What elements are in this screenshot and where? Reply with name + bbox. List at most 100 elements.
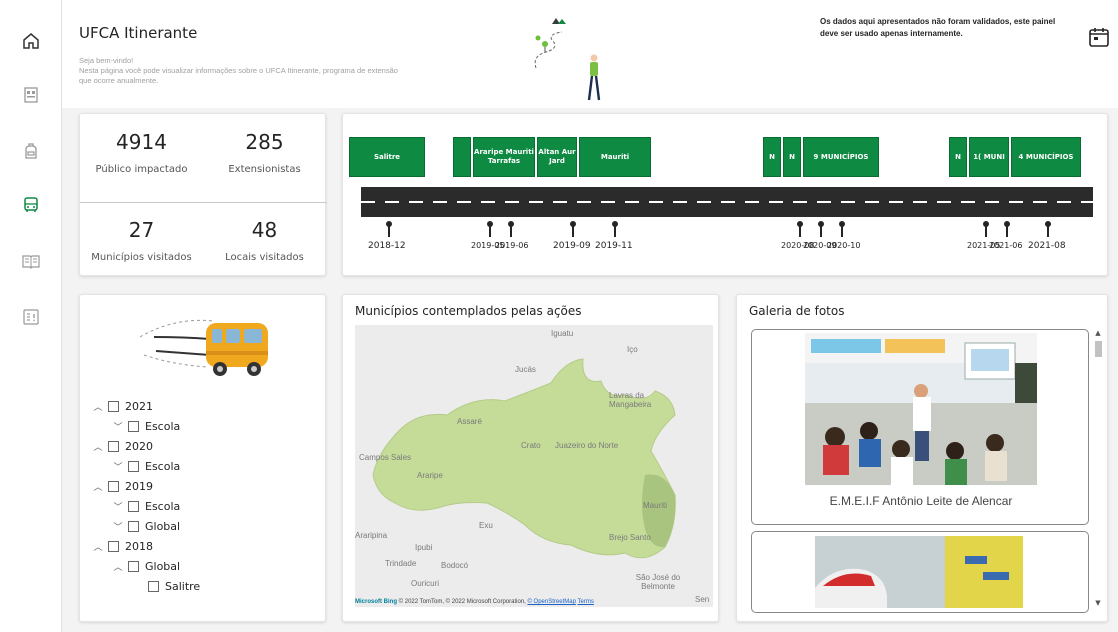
- classroom-photo-icon: [805, 333, 1037, 485]
- checkbox[interactable]: [148, 580, 159, 592]
- timeline-pin: [839, 221, 845, 237]
- gallery-item[interactable]: [751, 531, 1089, 613]
- tree-node-label: Salitre: [165, 579, 201, 593]
- timeline-date: 2020-10: [827, 241, 861, 250]
- map-city-label: São José do Belmonte: [635, 573, 681, 591]
- timeline-pin: [797, 221, 803, 237]
- map-city-label: Crato: [521, 441, 541, 450]
- kpi-publico: 4914 Público impactado: [80, 114, 203, 195]
- checkbox[interactable]: [128, 500, 139, 512]
- book-icon[interactable]: [20, 250, 42, 272]
- checkbox[interactable]: [108, 440, 119, 452]
- kpi-value: 4914: [116, 130, 167, 154]
- timeline-pin: [983, 221, 989, 237]
- bing-logo: Microsoft Bing: [355, 599, 397, 605]
- map-city-label: Lavras da Mangabeira: [609, 391, 652, 409]
- timeline-date: 2019-09: [553, 241, 591, 251]
- nav-rail: [0, 0, 62, 632]
- timeline-date: 2019-06: [495, 241, 529, 250]
- timeline-event[interactable]: Altan Aur Jard: [537, 137, 577, 177]
- timeline-date: 2021-06: [989, 241, 1023, 250]
- page-header: UFCA Itinerante Seja bem-vindo! Nesta pá…: [62, 0, 1118, 108]
- timeline-event[interactable]: N: [783, 137, 801, 177]
- welcome-line-2: Nesta página você pode visualizar inform…: [79, 66, 398, 85]
- tree-node[interactable]: ﹀ Escola: [112, 457, 180, 475]
- timeline-road: [361, 187, 1093, 217]
- kpi-label: Público impactado: [95, 164, 188, 175]
- map-city-label: Juazeiro do Norte: [555, 441, 619, 450]
- map-view[interactable]: Iguatu Jucás Lavras da Mangabeira Assaré…: [355, 325, 713, 607]
- kpi-card: 4914 Público impactado 285 Extensionista…: [79, 113, 327, 276]
- timeline-event[interactable]: N: [763, 137, 781, 177]
- checkbox[interactable]: [128, 520, 139, 532]
- chevron-up-icon[interactable]: ︿: [92, 400, 104, 413]
- list-icon[interactable]: [20, 306, 42, 328]
- checkbox[interactable]: [128, 560, 139, 572]
- map-city-label: Iguatu: [551, 329, 574, 338]
- checkbox[interactable]: [108, 400, 119, 412]
- checkbox[interactable]: [108, 540, 119, 552]
- map-title: Municípios contemplados pelas ações: [355, 304, 582, 318]
- tree-node[interactable]: ︿ 2020: [92, 437, 153, 455]
- chevron-down-icon[interactable]: ﹀: [112, 460, 124, 473]
- timeline-event[interactable]: Araripe Mauriti Tarrafas: [473, 137, 535, 177]
- calendar-icon[interactable]: [1088, 26, 1110, 48]
- kpi-extensionistas: 285 Extensionistas: [203, 114, 326, 195]
- checkbox[interactable]: [108, 480, 119, 492]
- event-photo-icon: [815, 536, 1023, 608]
- welcome-text: Seja bem-vindo! Nesta página você pode v…: [79, 56, 399, 86]
- timeline-event-label: 9 MUNICÍPIOS: [813, 152, 869, 161]
- timeline-event[interactable]: Salitre: [349, 137, 425, 177]
- timeline-event-label: 4 MUNICÍPIOS: [1018, 152, 1074, 161]
- osm-link[interactable]: © OpenStreetMap: [527, 599, 575, 605]
- chevron-up-icon[interactable]: ︿: [92, 480, 104, 493]
- timeline-event[interactable]: Mauriti: [579, 137, 651, 177]
- tree-node[interactable]: ﹀ Escola: [112, 497, 180, 515]
- map-copyright: © 2022 TomTom, © 2022 Microsoft Corporat…: [398, 599, 526, 605]
- chevron-up-icon[interactable]: ︿: [112, 560, 124, 573]
- terms-link[interactable]: Terms: [577, 599, 593, 605]
- gallery-scrollbar[interactable]: ▲ ▼: [1093, 329, 1103, 607]
- gallery-item[interactable]: E.M.E.I.F Antônio Leite de Alencar: [751, 329, 1089, 525]
- map-city-label: Araripina: [355, 531, 388, 540]
- scroll-thumb[interactable]: [1095, 341, 1102, 357]
- timeline-event[interactable]: 4 MUNICÍPIOS: [1011, 137, 1081, 177]
- tree-node[interactable]: ﹀ Global: [112, 517, 180, 535]
- traveler-illustration-icon: [534, 18, 601, 101]
- chevron-down-icon[interactable]: ﹀: [112, 500, 124, 513]
- chevron-up-icon[interactable]: ︿: [92, 540, 104, 553]
- report-icon[interactable]: [20, 84, 42, 106]
- tree-node[interactable]: ︿ Global: [112, 557, 180, 575]
- home-icon[interactable]: [20, 30, 42, 52]
- timeline-card: Salitre Araripe Mauriti Tarrafas Altan A…: [342, 113, 1108, 276]
- timeline-event[interactable]: [453, 137, 471, 177]
- gallery-caption: E.M.E.I.F Antônio Leite de Alencar: [829, 494, 1013, 508]
- map-city-label: Ouricuri: [411, 579, 440, 588]
- tree-node[interactable]: ︿ 2021: [92, 397, 153, 415]
- checkbox[interactable]: [128, 420, 139, 432]
- timeline-event[interactable]: 9 MUNICÍPIOS: [803, 137, 879, 177]
- timeline-event[interactable]: 1( MUNI: [969, 137, 1009, 177]
- chevron-down-icon[interactable]: ﹀: [112, 520, 124, 533]
- timeline-pin: [1045, 221, 1051, 237]
- chevron-up-icon[interactable]: ︿: [92, 440, 104, 453]
- chevron-down-icon[interactable]: ﹀: [112, 420, 124, 433]
- kpi-locais: 48 Locais visitados: [203, 202, 326, 283]
- tree-node[interactable]: ︿ 2019: [92, 477, 153, 495]
- checkbox[interactable]: [128, 460, 139, 472]
- road-dashes: [361, 201, 1093, 203]
- bus-icon[interactable]: [20, 194, 42, 216]
- timeline-pin: [570, 221, 576, 237]
- timeline-event[interactable]: N: [949, 137, 967, 177]
- map-card: Municípios contemplados pelas ações Igua…: [342, 294, 719, 622]
- kpi-value: 48: [251, 218, 278, 242]
- backpack-icon[interactable]: [20, 140, 42, 162]
- kpi-value: 285: [245, 130, 284, 154]
- disclaimer-text: Os dados aqui apresentados não foram val…: [820, 17, 1056, 38]
- tree-node[interactable]: ﹀ Escola: [112, 417, 180, 435]
- scroll-down-icon[interactable]: ▼: [1094, 599, 1102, 607]
- map-city-label: Campos Sales: [359, 453, 412, 462]
- tree-node[interactable]: Salitre: [148, 577, 200, 595]
- scroll-up-icon[interactable]: ▲: [1094, 329, 1102, 337]
- tree-node[interactable]: ︿ 2018: [92, 537, 153, 555]
